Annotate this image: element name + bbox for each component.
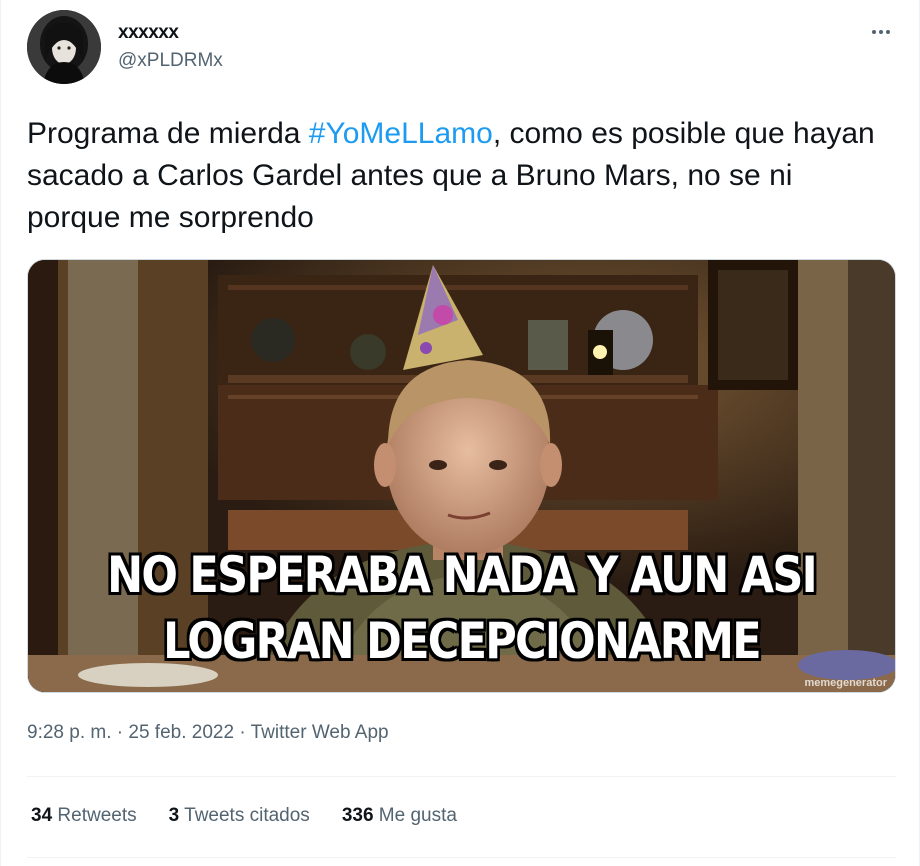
meme-caption-line1: NO ESPERABA NADA Y AUN ASI [107, 546, 818, 604]
tweet-stats: 34 Retweets 3 Tweets citados 336 Me gust… [31, 805, 489, 827]
meme-caption-line2: LOGRAN DECEPCIONARME [163, 612, 762, 670]
likes-stat[interactable]: 336 Me gusta [342, 805, 457, 827]
more-options-icon[interactable] [863, 14, 899, 50]
author-handle[interactable]: @xPLDRMx [118, 50, 223, 72]
tweet-date[interactable]: 25 feb. 2022 [128, 722, 234, 743]
likes-label: Me gusta [378, 805, 457, 826]
divider [27, 776, 896, 777]
tweet-time[interactable]: 9:28 p. m. [27, 722, 112, 743]
retweets-stat[interactable]: 34 Retweets [31, 805, 137, 827]
retweets-count: 34 [31, 805, 53, 826]
tweet-media-image[interactable]: NO ESPERABA NADA Y AUN ASI LOGRAN DECEPC… [27, 259, 896, 693]
tweet-source[interactable]: Twitter Web App [251, 722, 389, 743]
likes-count: 336 [341, 805, 374, 826]
retweets-label: Retweets [57, 805, 137, 826]
divider [27, 857, 896, 858]
tweet-text-before: Programa de mierda [27, 117, 309, 150]
tweet-meta: 9:28 p. m. · 25 feb. 2022 · Twitter Web … [27, 722, 389, 744]
avatar[interactable] [27, 10, 101, 84]
quotes-stat[interactable]: 3 Tweets citados [169, 805, 310, 827]
meme-watermark: memegenerator [804, 677, 887, 689]
tweet-text: Programa de mierda #YoMeLLamo, como es p… [27, 113, 887, 239]
author-display-name[interactable]: xxxxxx [118, 22, 179, 44]
hashtag-link[interactable]: #YoMeLLamo [309, 117, 493, 150]
quotes-count: 3 [168, 805, 180, 826]
meta-separator: · [111, 722, 129, 743]
quotes-label: Tweets citados [184, 805, 310, 826]
meta-separator-2: · [234, 722, 251, 743]
tweet-card: xxxxxx @xPLDRMx Programa de mierda #YoMe… [0, 0, 920, 866]
